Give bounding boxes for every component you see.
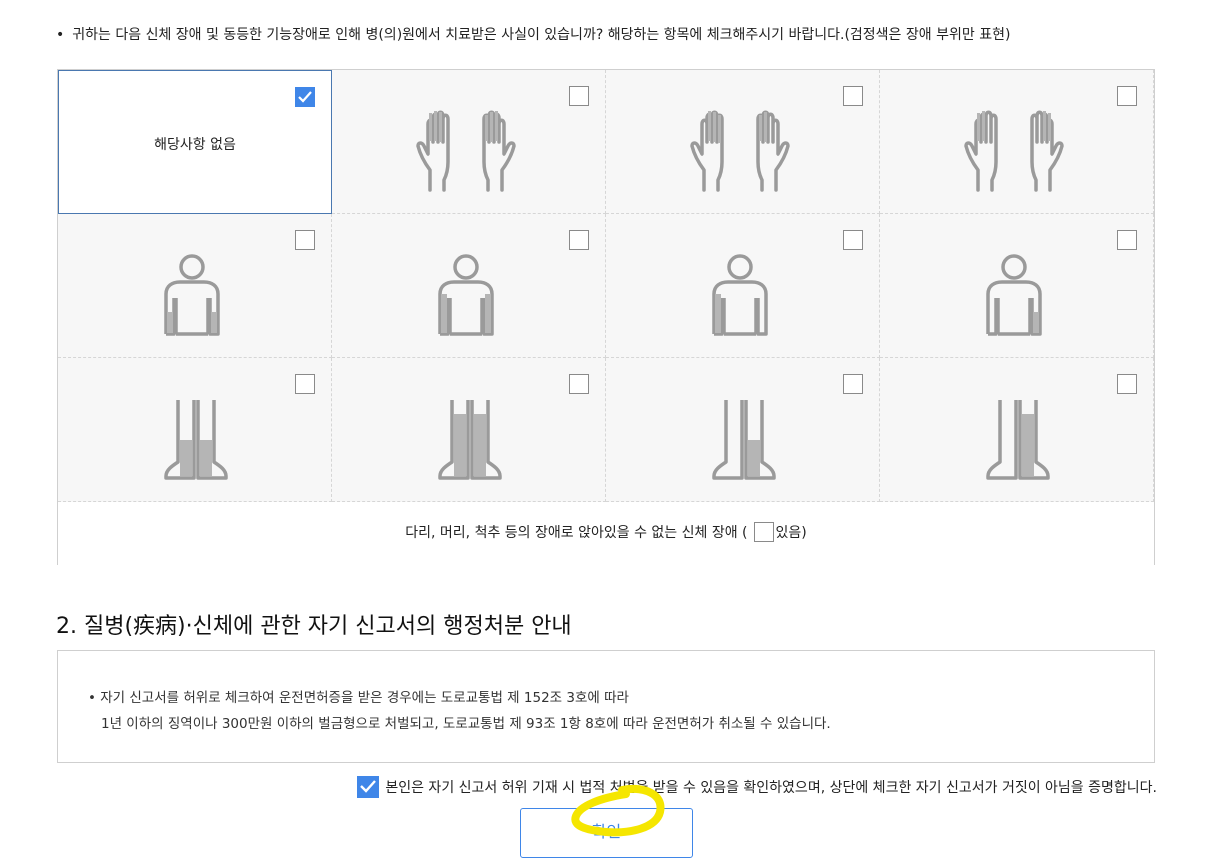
option-legs-2-checkbox[interactable] — [569, 374, 589, 394]
option-legs-1[interactable] — [58, 358, 332, 502]
upper-body-icon — [438, 254, 494, 336]
option-hands-2-checkbox[interactable] — [843, 86, 863, 106]
option-body-1[interactable] — [58, 214, 332, 358]
option-body-4-checkbox[interactable] — [1117, 230, 1137, 250]
hands-icon — [964, 110, 1064, 192]
highlight-scribble — [571, 785, 665, 837]
notice-line-1: • 자기 신고서를 허위로 체크하여 운전면허증을 받은 경우에는 도로교통법 … — [88, 690, 629, 706]
question-label: 귀하는 다음 신체 장애 및 동등한 기능장애로 인해 병(의)원에서 치료받은… — [72, 27, 1011, 43]
option-body-1-checkbox[interactable] — [295, 230, 315, 250]
legs-icon — [438, 400, 502, 480]
option-none-checkbox[interactable] — [295, 87, 315, 107]
sitting-disability-row: 다리, 머리, 척추 등의 장애로 앉아있을 수 없는 신체 장애 ( 있음) — [58, 502, 1154, 565]
upper-body-icon — [164, 254, 220, 336]
upper-body-icon — [986, 254, 1042, 336]
option-legs-1-checkbox[interactable] — [295, 374, 315, 394]
sitting-disability-suffix: 있음) — [775, 525, 807, 541]
option-body-3-checkbox[interactable] — [843, 230, 863, 250]
option-legs-4[interactable] — [880, 358, 1154, 502]
option-hands-1-checkbox[interactable] — [569, 86, 589, 106]
option-legs-4-checkbox[interactable] — [1117, 374, 1137, 394]
option-legs-2[interactable] — [332, 358, 606, 502]
legs-icon — [164, 400, 228, 480]
notice-box: • 자기 신고서를 허위로 체크하여 운전면허증을 받은 경우에는 도로교통법 … — [57, 650, 1155, 763]
option-hands-1[interactable] — [332, 70, 606, 214]
option-hands-3-checkbox[interactable] — [1117, 86, 1137, 106]
notice-line-2: 1년 이하의 징역이나 300만원 이하의 벌금형으로 처벌되고, 도로교통법 … — [101, 716, 831, 732]
disability-grid: 해당사항 없음 다리, 머리, 척추 등의 장애로 앉아있을 수 없는 신체 장… — [57, 69, 1155, 565]
option-hands-2[interactable] — [606, 70, 880, 214]
section-title: 2. 질병(疾病)·신체에 관한 자기 신고서의 행정처분 안내 — [56, 614, 572, 639]
sitting-disability-label: 다리, 머리, 척추 등의 장애로 앉아있을 수 없는 신체 장애 ( — [405, 525, 748, 541]
option-body-3[interactable] — [606, 214, 880, 358]
option-none[interactable]: 해당사항 없음 — [58, 70, 332, 214]
option-body-2-checkbox[interactable] — [569, 230, 589, 250]
option-body-2[interactable] — [332, 214, 606, 358]
hands-icon — [416, 110, 516, 192]
option-none-label: 해당사항 없음 — [154, 137, 236, 153]
sitting-disability-checkbox[interactable] — [753, 522, 774, 542]
agreement-label: 본인은 자기 신고서 허위 기재 시 법적 처벌을 받을 수 있음을 확인하였으… — [385, 780, 1157, 796]
hands-icon — [690, 110, 790, 192]
question-text: • 귀하는 다음 신체 장애 및 동등한 기능장애로 인해 병(의)원에서 치료받… — [56, 24, 1010, 44]
agreement-checkbox[interactable] — [357, 776, 380, 798]
option-body-4[interactable] — [880, 214, 1154, 358]
agreement-row: 본인은 자기 신고서 허위 기재 시 법적 처벌을 받을 수 있음을 확인하였으… — [357, 776, 1157, 799]
upper-body-icon — [712, 254, 768, 336]
option-legs-3[interactable] — [606, 358, 880, 502]
question-bullet: • — [56, 27, 65, 43]
legs-icon — [986, 400, 1050, 480]
legs-icon — [712, 400, 776, 480]
option-legs-3-checkbox[interactable] — [843, 374, 863, 394]
option-hands-3[interactable] — [880, 70, 1154, 214]
